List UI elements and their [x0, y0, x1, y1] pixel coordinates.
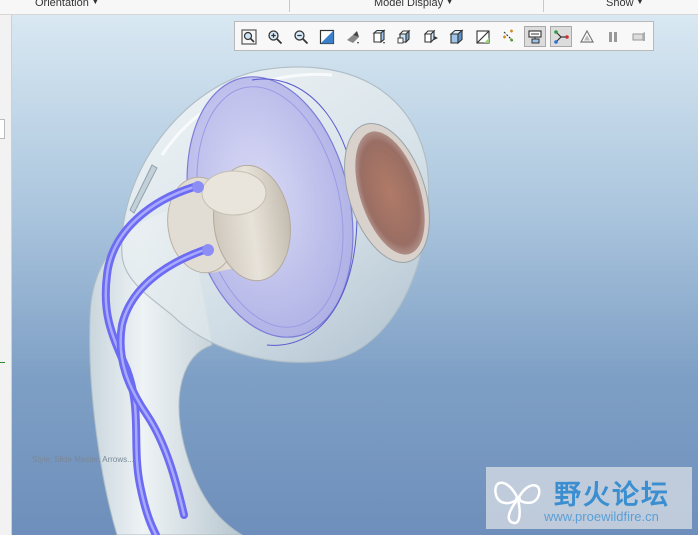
refit-button[interactable]	[238, 26, 260, 47]
show-group-label[interactable]: Show ▼	[606, 0, 643, 9]
spin-center-button[interactable]	[550, 26, 572, 47]
datum-planes-icon	[476, 29, 490, 44]
datum-planes-button[interactable]	[472, 26, 494, 47]
graphics-toolbar	[234, 21, 654, 51]
pause-button[interactable]	[602, 26, 624, 47]
watermark-title: 野火论坛	[554, 480, 670, 510]
saved-orientations-button[interactable]	[368, 26, 390, 47]
zoom-out-button[interactable]	[290, 26, 312, 47]
section-icon	[449, 28, 464, 44]
chevron-down-icon: ▼	[91, 0, 99, 6]
annotation-display-button[interactable]	[524, 26, 546, 47]
viewport-status-text: Style: Slide Master, Arrows...	[32, 455, 134, 464]
perspective-view-button[interactable]	[342, 26, 364, 47]
annotation-display-icon	[528, 29, 542, 43]
zoom-in-icon	[268, 29, 283, 44]
view-manager-button[interactable]	[394, 26, 416, 47]
orientation-group-label[interactable]: Orientation ▼	[35, 0, 99, 9]
forum-watermark: 野火论坛 www.proewildfire.cn	[486, 467, 692, 529]
spin-center-icon	[554, 29, 569, 44]
model-display-group-label[interactable]: Model Display ▼	[374, 0, 453, 9]
chevron-down-icon: ▼	[446, 0, 454, 6]
datum-axes-icon	[503, 29, 515, 42]
display-style-button[interactable]	[420, 26, 442, 47]
watermark-logo-icon	[494, 481, 541, 525]
appearance-icon	[579, 29, 595, 43]
zoom-out-icon	[294, 29, 309, 44]
ribbon-divider	[289, 0, 290, 12]
datum-axes-button[interactable]	[498, 26, 520, 47]
saved-orientations-icon	[372, 28, 386, 44]
perspective-view-icon	[347, 30, 359, 44]
ribbon-bar: Orientation ▼ Model Display ▼ Show ▼	[0, 0, 698, 15]
watermark-url: www.proewildfire.cn	[544, 509, 659, 524]
ribbon-divider	[543, 0, 544, 12]
refit-icon	[241, 28, 257, 45]
repaint-icon	[319, 29, 335, 44]
graphics-viewport[interactable]: Style: Slide Master, Arrows...	[12, 15, 698, 535]
view-manager-icon	[397, 29, 411, 43]
display-style-icon	[423, 29, 438, 43]
panel-collapse-handle[interactable]	[0, 119, 5, 139]
chevron-down-icon: ▼	[636, 0, 644, 6]
panel-marker	[0, 362, 5, 363]
pause-icon	[609, 31, 617, 42]
section-button[interactable]	[446, 26, 468, 47]
appearance-button[interactable]	[576, 26, 598, 47]
model-tree-panel-edge	[0, 15, 12, 535]
zoom-in-button[interactable]	[264, 26, 286, 47]
animation-icon	[632, 31, 645, 41]
animation-button[interactable]	[628, 26, 650, 47]
repaint-button[interactable]	[316, 26, 338, 47]
